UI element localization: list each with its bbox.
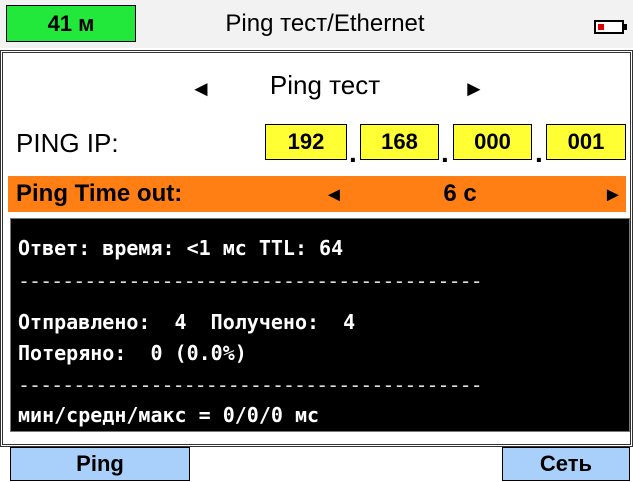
ip-octet-3-field[interactable]: 000 — [453, 124, 532, 160]
page-title: Ping тест/Ethernet — [225, 10, 425, 37]
mode-prev-arrow[interactable]: ◄ — [190, 76, 212, 102]
ip-separator: . — [349, 137, 357, 168]
battery-low-icon — [594, 20, 627, 34]
console-divider: ----------------------------------------… — [18, 269, 483, 293]
ip-octet-2-field[interactable]: 168 — [360, 124, 439, 160]
mode-label: Ping тест — [269, 70, 381, 100]
console-divider: ----------------------------------------… — [18, 373, 483, 397]
ping-timeout-label: Ping Time out: — [16, 180, 183, 207]
ip-separator: . — [441, 137, 449, 168]
console-line-reply: Ответ: время: <1 мс TTL: 64 — [18, 236, 344, 260]
ping-button[interactable]: Ping — [10, 447, 190, 481]
ip-separator: . — [535, 137, 543, 168]
console-line-min-avg-max: мин/средн/макс = 0/0/0 мс — [18, 403, 320, 427]
ip-octet-4-field[interactable]: 001 — [546, 124, 626, 160]
timeout-decrease-arrow[interactable]: ◄ — [324, 184, 344, 207]
ip-octet-1-field[interactable]: 192 — [265, 124, 347, 160]
network-button[interactable]: Сеть — [502, 447, 630, 481]
ping-ip-label: PING IP: — [16, 128, 119, 158]
session-timer: 41 м — [6, 5, 136, 42]
console-line-sent-received: Отправлено: 4 Получено: 4 — [18, 310, 356, 334]
console-line-lost: Потеряно: 0 (0.0%) — [18, 341, 247, 365]
ping-timeout-value: 6 с — [443, 180, 477, 207]
mode-next-arrow[interactable]: ► — [463, 76, 485, 102]
timeout-increase-arrow[interactable]: ► — [603, 184, 623, 207]
